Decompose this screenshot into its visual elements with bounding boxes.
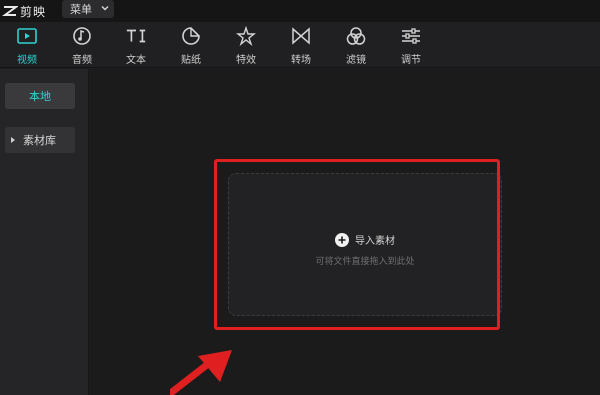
capcut-logo-icon — [2, 6, 18, 16]
app-logo: 剪映 — [2, 1, 46, 21]
caret-right-icon — [11, 137, 15, 143]
sidebar-item-local[interactable]: 本地 — [5, 83, 75, 109]
tab-filter[interactable]: 滤镜 — [336, 25, 376, 67]
sidebar-item-library[interactable]: 素材库 — [5, 127, 75, 153]
text-icon — [125, 25, 147, 47]
tab-adjust-label: 调节 — [401, 55, 421, 66]
media-panel: 导入素材 可将文件直接拖入到此处 — [90, 69, 600, 395]
app-name: 剪映 — [20, 4, 47, 19]
tab-effects[interactable]: 特效 — [226, 25, 266, 67]
app-window: 剪映 菜单 视频 音频 文本 贴纸 特效 转场 滤镜 调节 本地 素材库 导入素… — [0, 0, 600, 395]
sticker-icon — [180, 25, 202, 47]
filter-icon — [345, 25, 367, 47]
tab-text-label: 文本 — [126, 55, 146, 66]
tab-transition-label: 转场 — [291, 55, 311, 66]
sidebar-item-library-label: 素材库 — [23, 134, 56, 147]
menu-button[interactable]: 菜单 — [62, 0, 114, 18]
tab-sticker[interactable]: 贴纸 — [171, 25, 211, 67]
tab-transition[interactable]: 转场 — [281, 25, 321, 67]
transition-icon — [290, 25, 312, 47]
media-toolbar: 视频 音频 文本 贴纸 特效 转场 滤镜 调节 — [0, 22, 600, 68]
tab-adjust[interactable]: 调节 — [391, 25, 431, 67]
adjust-icon — [400, 25, 422, 47]
title-bar: 剪映 菜单 — [0, 0, 600, 22]
tab-video-label: 视频 — [17, 55, 37, 66]
video-icon — [16, 25, 38, 47]
chevron-down-icon — [101, 6, 109, 11]
tab-video[interactable]: 视频 — [7, 25, 47, 67]
annotation-highlight-box — [214, 159, 500, 330]
tab-audio[interactable]: 音频 — [62, 25, 102, 67]
tab-effects-label: 特效 — [236, 55, 256, 66]
audio-icon — [71, 25, 93, 47]
menu-label: 菜单 — [70, 3, 92, 16]
sidebar: 本地 素材库 — [0, 69, 89, 395]
tab-text[interactable]: 文本 — [116, 25, 156, 67]
effects-icon — [235, 25, 257, 47]
annotation-arrow-icon — [170, 350, 232, 395]
tab-sticker-label: 贴纸 — [181, 55, 201, 66]
tab-filter-label: 滤镜 — [346, 55, 366, 66]
tab-audio-label: 音频 — [72, 55, 92, 66]
